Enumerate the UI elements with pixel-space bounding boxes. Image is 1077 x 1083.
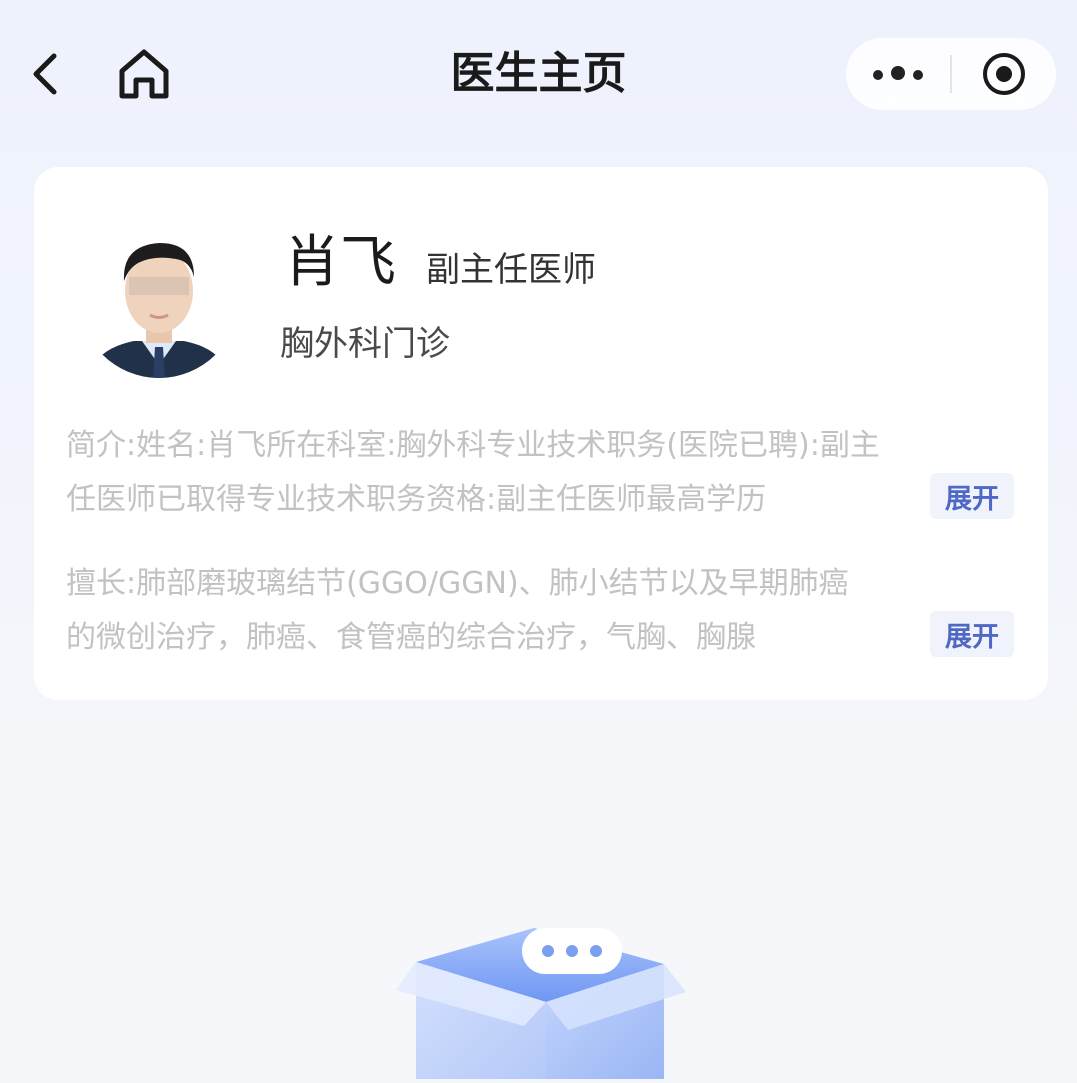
record-circle-icon [983, 53, 1025, 95]
doctor-department: 胸外科门诊 [280, 324, 450, 364]
doctor-profile-card: 肖飞 副主任医师 胸外科门诊 简介:姓名:肖飞所在科室:胸外科专业技术职务(医院… [34, 167, 1048, 700]
expand-specialty-button[interactable]: 展开 [930, 611, 1014, 657]
navigation-bar: 医生主页 [0, 0, 1077, 150]
close-button[interactable] [952, 38, 1056, 110]
intro-line: 任医师已取得专业技术职务资格:副主任医师最高学历 [66, 482, 767, 517]
loading-box-illustration [396, 918, 686, 1079]
doctor-avatar[interactable] [94, 215, 224, 381]
specialty-line: 的微创治疗，肺癌、食管癌的综合治疗，气胸、胸腺 [66, 620, 756, 655]
expand-intro-button[interactable]: 展开 [930, 473, 1014, 519]
doctor-title: 副主任医师 [426, 250, 596, 290]
home-button[interactable] [112, 44, 176, 104]
home-icon [119, 49, 169, 99]
more-button[interactable] [846, 38, 950, 110]
more-dots-icon [869, 65, 927, 84]
chevron-left-icon [33, 53, 57, 95]
mini-program-capsule [846, 38, 1056, 110]
box-icon [396, 928, 686, 1079]
back-button[interactable] [18, 46, 74, 102]
doctor-specialty: 擅长:肺部磨玻璃结节(GGO/GGN)、肺小结节以及早期肺癌 的微创治疗，肺癌、… [66, 557, 1012, 665]
doctor-introduction: 简介:姓名:肖飞所在科室:胸外科专业技术职务(医院已聘):副主 任医师已取得专业… [66, 419, 1012, 527]
avatar-portrait [94, 218, 224, 378]
doctor-name: 肖飞 [284, 230, 396, 295]
intro-line: 简介:姓名:肖飞所在科室:胸外科专业技术职务(医院已聘):副主 [66, 428, 880, 463]
specialty-line: 擅长:肺部磨玻璃结节(GGO/GGN)、肺小结节以及早期肺癌 [66, 566, 849, 601]
